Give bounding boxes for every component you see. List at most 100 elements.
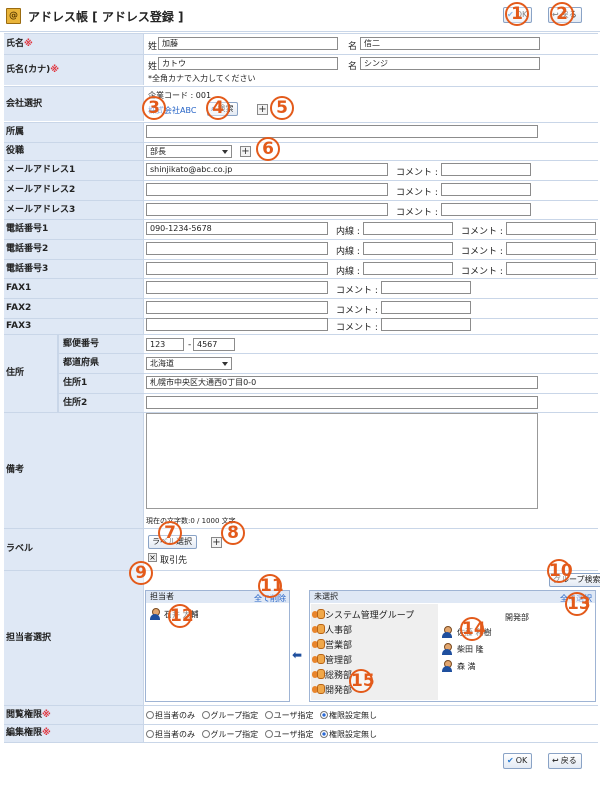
kana-mei-label: 名 [348,62,358,72]
phone2-input[interactable] [146,242,328,255]
marker-11: 11 [258,574,284,598]
marker-6: 6 [256,137,280,161]
email2-comment-input[interactable] [441,183,531,196]
email3-comment-input[interactable] [441,203,531,216]
marker-3: 3 [142,96,166,120]
fax3-input[interactable] [146,318,328,331]
marker-8: 8 [221,521,245,545]
fax1-label: FAX1 [4,279,144,298]
staff-select-label: 担当者選択 [4,571,144,705]
phone3-comment-input[interactable] [506,262,596,275]
user-icon [441,660,453,672]
group-item[interactable]: 人事部 [325,623,352,636]
group-icon [312,683,325,694]
phone1-ext-label: 内線 : [336,227,360,237]
address1-input[interactable]: 札幌市中央区大通西0丁目0-0 [146,376,538,389]
postal-label: 郵便番号 [58,335,144,353]
view-perm-option-4[interactable]: 権限設定無し [320,711,377,720]
first-name-input[interactable]: 信二 [360,37,540,50]
position-select[interactable]: 部長 [146,145,232,158]
fax1-comment-input[interactable] [381,281,471,294]
postal-code-1-input[interactable]: 123 [146,338,184,351]
phone2-ext-label: 内線 : [336,247,360,257]
sei-label: 姓 [148,42,158,52]
phone3-input[interactable] [146,262,328,275]
email3-comment-label: コメント : [396,208,438,218]
phone3-comment-label: コメント : [461,267,503,277]
phone2-comment-input[interactable] [506,242,596,255]
fax2-input[interactable] [146,301,328,314]
marker-4: 4 [206,96,230,120]
fax3-label: FAX3 [4,319,144,334]
move-left-arrow-icon[interactable]: ⬅ [292,648,302,662]
check-icon: ✔ [507,756,514,765]
postal-separator: - [188,340,192,350]
group-item[interactable]: 開発部 [325,683,352,696]
email2-input[interactable] [146,183,388,196]
fax1-input[interactable] [146,281,328,294]
phone1-label: 電話番号1 [4,220,144,239]
marker-10: 10 [547,559,573,583]
member-item[interactable]: 森 満 [457,661,476,672]
phone3-ext-label: 内線 : [336,267,360,277]
email3-input[interactable] [146,203,388,216]
edit-perm-option-2[interactable]: グループ指定 [201,730,258,739]
user-icon [149,608,161,620]
first-name-kana-input[interactable]: シンジ [360,57,540,70]
add-position-button[interactable]: + [240,146,251,157]
last-name-kana-input[interactable]: カトウ [158,57,338,70]
group-item[interactable]: 総務部 [325,668,352,681]
email1-input[interactable]: shinjikato@abc.co.jp [146,163,388,176]
phone1-comment-label: コメント : [461,227,503,237]
back-arrow-icon: ↩ [552,756,559,765]
phone2-label: 電話番号2 [4,240,144,259]
view-perm-option-2[interactable]: グループ指定 [201,711,258,720]
department-input[interactable] [146,125,538,138]
position-label: 役職 [4,143,144,160]
unselected-staff-header: 未選択 [310,591,595,603]
phone1-ext-input[interactable] [363,222,453,235]
email1-label: メールアドレス1 [4,161,144,180]
back-button-bottom[interactable]: ↩ 戻る [548,753,582,769]
marker-7: 7 [158,521,182,545]
company-label: 会社選択 [4,87,144,121]
last-name-input[interactable]: 加藤 [158,37,338,50]
kana-hint: *全角カナで入力してください [148,74,256,83]
fax1-comment-label: コメント : [336,286,378,296]
phone3-ext-input[interactable] [363,262,453,275]
email1-comment-label: コメント : [396,168,438,178]
group-item[interactable]: 管理部 [325,653,352,666]
view-perm-option-3[interactable]: ユーザ指定 [264,711,313,720]
ok-button-bottom[interactable]: ✔ OK [503,753,533,769]
group-item[interactable]: システム管理グループ [325,608,414,621]
marker-14: 14 [460,617,486,641]
view-permission-label: 閲覧権限※ [4,706,144,724]
user-icon [441,626,453,638]
notes-textarea[interactable] [146,413,538,509]
prefecture-select[interactable]: 北海道 [146,357,232,370]
fax2-label: FAX2 [4,299,144,318]
marker-13: 13 [565,592,591,616]
edit-perm-option-3[interactable]: ユーザ指定 [264,730,313,739]
prefecture-label: 都道府県 [58,354,144,373]
notes-char-counter: 現在の文字数:0 / 1000 文字 [146,517,236,525]
group-icon [312,653,325,664]
postal-code-2-input[interactable]: 4567 [193,338,235,351]
group-item[interactable]: 営業部 [325,638,352,651]
add-label-button[interactable]: + [211,537,222,548]
member-item[interactable]: 柴田 隆 [457,644,484,655]
email1-comment-input[interactable] [441,163,531,176]
edit-perm-option-1[interactable]: 担当者のみ [146,730,195,739]
edit-permission-label: 編集権限※ [4,725,144,742]
label-tag-remove-button[interactable]: × [148,553,157,562]
edit-perm-option-4[interactable]: 権限設定無し [320,730,377,739]
marker-15: 15 [349,669,375,693]
fax3-comment-input[interactable] [381,318,471,331]
phone1-input[interactable]: 090-1234-5678 [146,222,328,235]
view-perm-option-1[interactable]: 担当者のみ [146,711,195,720]
add-company-button[interactable]: + [257,104,268,115]
phone1-comment-input[interactable] [506,222,596,235]
address2-input[interactable] [146,396,538,409]
fax2-comment-input[interactable] [381,301,471,314]
phone2-ext-input[interactable] [363,242,453,255]
